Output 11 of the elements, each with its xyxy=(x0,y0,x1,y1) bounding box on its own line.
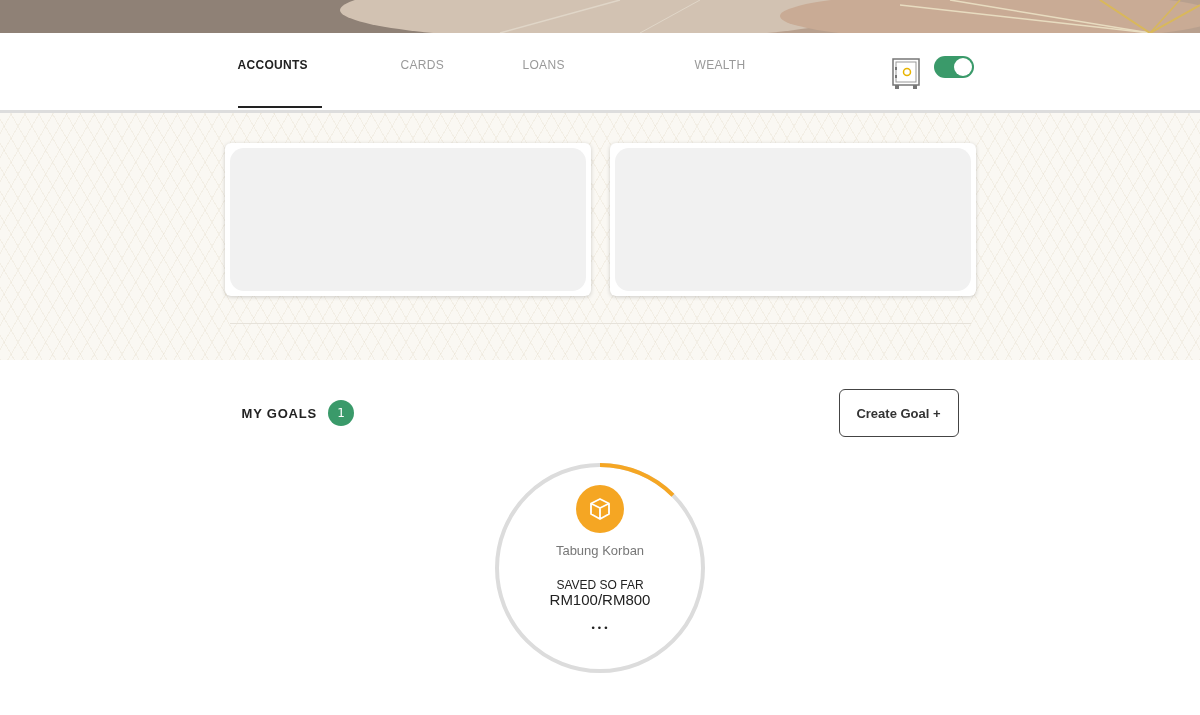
count-badge: 1 xyxy=(328,400,354,426)
goal-amount: RM100/RM800 xyxy=(549,592,651,607)
goal-caption: SAVED SO FAR xyxy=(556,578,644,592)
balance-toggle[interactable] xyxy=(933,56,974,78)
tab[interactable]: ACCOUNTS xyxy=(237,58,322,108)
create-goal-button[interactable]: Create Goal + xyxy=(838,389,959,437)
goal-name: Tabung Korban xyxy=(555,543,645,558)
safe-icon[interactable] xyxy=(891,58,920,90)
more-button[interactable]: ••• xyxy=(590,623,610,633)
section-title: MY GOALS xyxy=(241,405,317,421)
box-icon xyxy=(576,485,624,533)
